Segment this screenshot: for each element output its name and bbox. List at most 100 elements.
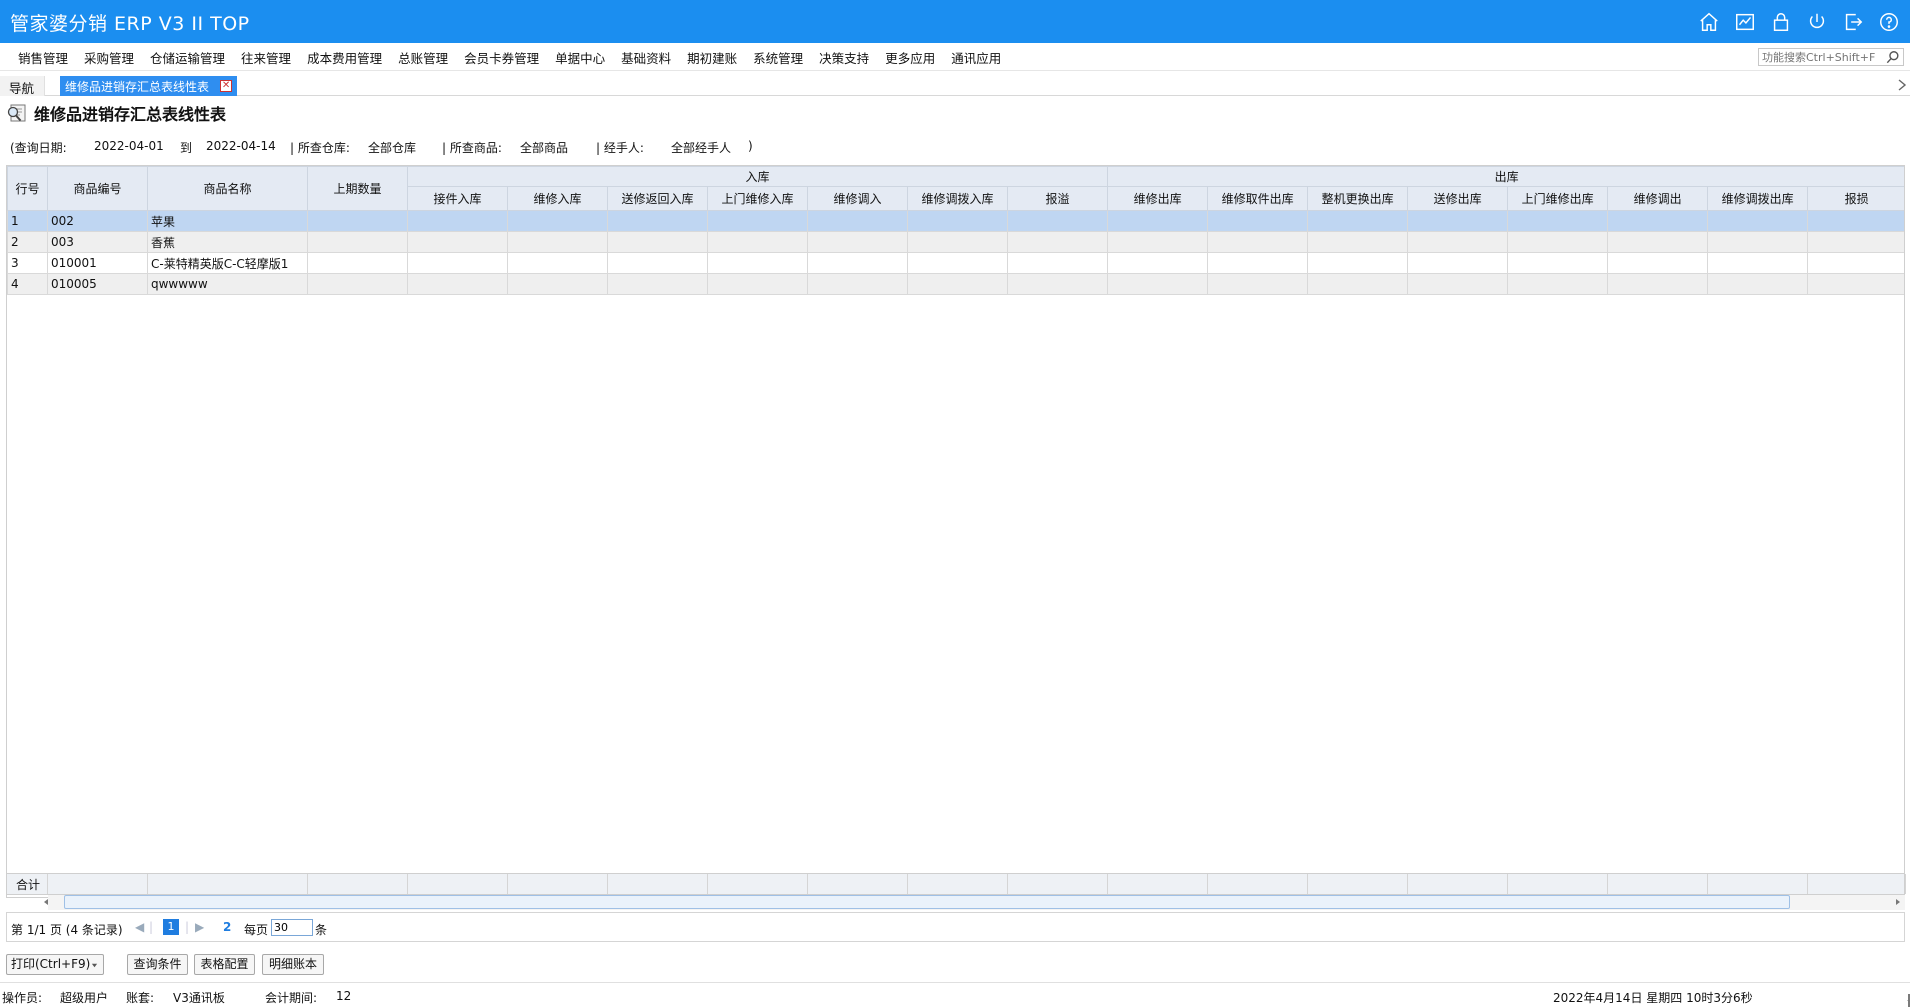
col-header-out-5[interactable]: 上门维修出库 [1507,186,1609,211]
menu-item-13[interactable]: 更多应用 [877,48,943,67]
col-header-out-1[interactable]: 维修出库 [1107,186,1209,211]
total-label: 合计 [7,874,48,894]
col-header-out-3[interactable]: 整机更换出库 [1307,186,1409,211]
cell-value [807,252,908,274]
next-page-button[interactable]: ▶ [195,920,204,934]
menu-item-9[interactable]: 基础资料 [613,48,679,67]
chart-icon[interactable] [1732,9,1758,35]
total-cell [147,874,308,894]
table-config-button[interactable]: 表格配置 [194,954,255,975]
col-header-code[interactable]: 商品编号 [47,166,148,211]
cell-value [1107,273,1209,295]
scroll-right-icon[interactable] [1893,897,1903,907]
total-cell [1807,874,1906,894]
report-grid[interactable]: 行号 商品编号 商品名称 上期数量 入库 出库 接件入库 维修入库 送修返回入库 上门… [6,165,1905,898]
total-cell [907,874,1008,894]
chevron-right-icon[interactable] [1897,78,1907,92]
col-header-in-6[interactable]: 维修调拨入库 [907,186,1008,211]
cell-value [407,231,508,253]
col-header-name[interactable]: 商品名称 [147,166,308,211]
scroll-thumb[interactable] [64,895,1790,909]
menu-item-8[interactable]: 单据中心 [547,48,613,67]
cell-value [1607,210,1709,232]
power-icon[interactable] [1804,9,1830,35]
menu-item-11[interactable]: 系统管理 [745,48,811,67]
table-row[interactable]: 3 010001 C-莱特精英版C-C轻摩版1 [7,252,1904,274]
title-bar: 管家婆分销 ERP V3 II TOP [0,0,1910,43]
warehouse-value: 全部仓库 [368,141,417,155]
menu-item-12[interactable]: 决策支持 [811,48,877,67]
cell-value [307,231,408,253]
table-row[interactable]: 2 003 香蕉 [7,231,1904,253]
col-header-out-7[interactable]: 维修调拨出库 [1707,186,1809,211]
cell-value [507,210,608,232]
menu-item-14[interactable]: 通讯应用 [943,48,1009,67]
function-search[interactable] [1758,48,1904,66]
search-icon[interactable] [1886,50,1900,64]
query-conditions-button[interactable]: 查询条件 [127,954,188,975]
cell-no: 2 [7,231,48,253]
home-small-icon[interactable] [1906,992,1910,1007]
cell-value [1006,231,1109,253]
product-value: 全部商品 [520,141,569,155]
cell-value [1407,231,1509,253]
col-header-out-8[interactable]: 报损 [1807,186,1904,211]
table-row[interactable]: 1 002 苹果 [7,210,1904,232]
menu-item-5[interactable]: 成本费用管理 [299,48,390,67]
cell-value [607,252,708,274]
col-header-in-3[interactable]: 送修返回入库 [607,186,708,211]
col-header-in-2[interactable]: 维修入库 [507,186,608,211]
per-page-input[interactable] [271,919,313,936]
cell-value [1507,231,1609,253]
cell-value [1107,210,1209,232]
menu-item-3[interactable]: 仓储运输管理 [142,48,233,67]
current-page[interactable]: 1 [163,919,179,935]
cell-no: 1 [7,210,48,232]
col-header-in-4[interactable]: 上门维修入库 [707,186,808,211]
table-row[interactable]: 4 010005 qwwwww [7,273,1904,295]
lock-icon[interactable] [1768,9,1794,35]
menu-item-6[interactable]: 总账管理 [390,48,456,67]
col-header-row-no[interactable]: 行号 [7,166,48,211]
detail-ledger-button[interactable]: 明细账本 [262,954,324,975]
menu-item-2[interactable]: 采购管理 [76,48,142,67]
close-icon[interactable]: ✕ [220,80,233,92]
cell-value [507,273,608,295]
col-header-in-5[interactable]: 维修调入 [807,186,908,211]
app-title: 管家婆分销 ERP V3 II TOP [10,13,250,35]
col-header-out-6[interactable]: 维修调出 [1607,186,1709,211]
col-header-prev-qty[interactable]: 上期数量 [307,166,408,211]
tab-report-active[interactable]: 维修品进销存汇总表线性表 ✕ [60,76,238,96]
last-page-button[interactable]: 2 [223,920,231,934]
col-header-in-1[interactable]: 接件入库 [407,186,508,211]
col-header-out-2[interactable]: 维修取件出库 [1207,186,1309,211]
menu-item-10[interactable]: 期初建账 [679,48,745,67]
logout-icon[interactable] [1840,9,1866,35]
tab-bar: 导航 维修品进销存汇总表线性表 ✕ [0,72,1910,96]
function-search-input[interactable] [1759,49,1881,65]
cell-value [707,231,808,253]
help-icon[interactable] [1876,9,1902,35]
cell-value [607,273,708,295]
cell-value [1407,210,1509,232]
col-header-in-7[interactable]: 报溢 [1006,186,1109,211]
scroll-left-icon[interactable] [41,897,51,907]
chevron-down-icon[interactable] [91,962,98,969]
print-button[interactable]: 打印(Ctrl+F9) [6,954,104,975]
handler-label: | 经手人: [596,141,644,155]
cell-value [1107,231,1209,253]
home-icon[interactable] [1696,9,1722,35]
col-header-out-4[interactable]: 送修出库 [1407,186,1509,211]
menu-item-1[interactable]: 销售管理 [10,48,76,67]
menu-item-7[interactable]: 会员卡券管理 [456,48,547,67]
total-cell [1107,874,1208,894]
status-bar: 操作员: 超级用户 账套: V3通讯板 会计期间: 12 2022年4月14日 … [0,982,1910,1007]
horizontal-scrollbar[interactable] [44,895,1905,910]
total-cell [507,874,608,894]
cell-value [307,252,408,274]
tab-navigation[interactable]: 导航 [0,76,46,96]
menu-item-4[interactable]: 往来管理 [233,48,299,67]
cell-value [407,252,508,274]
cell-value [1207,210,1309,232]
first-page-button[interactable]: ◀ [135,920,144,934]
